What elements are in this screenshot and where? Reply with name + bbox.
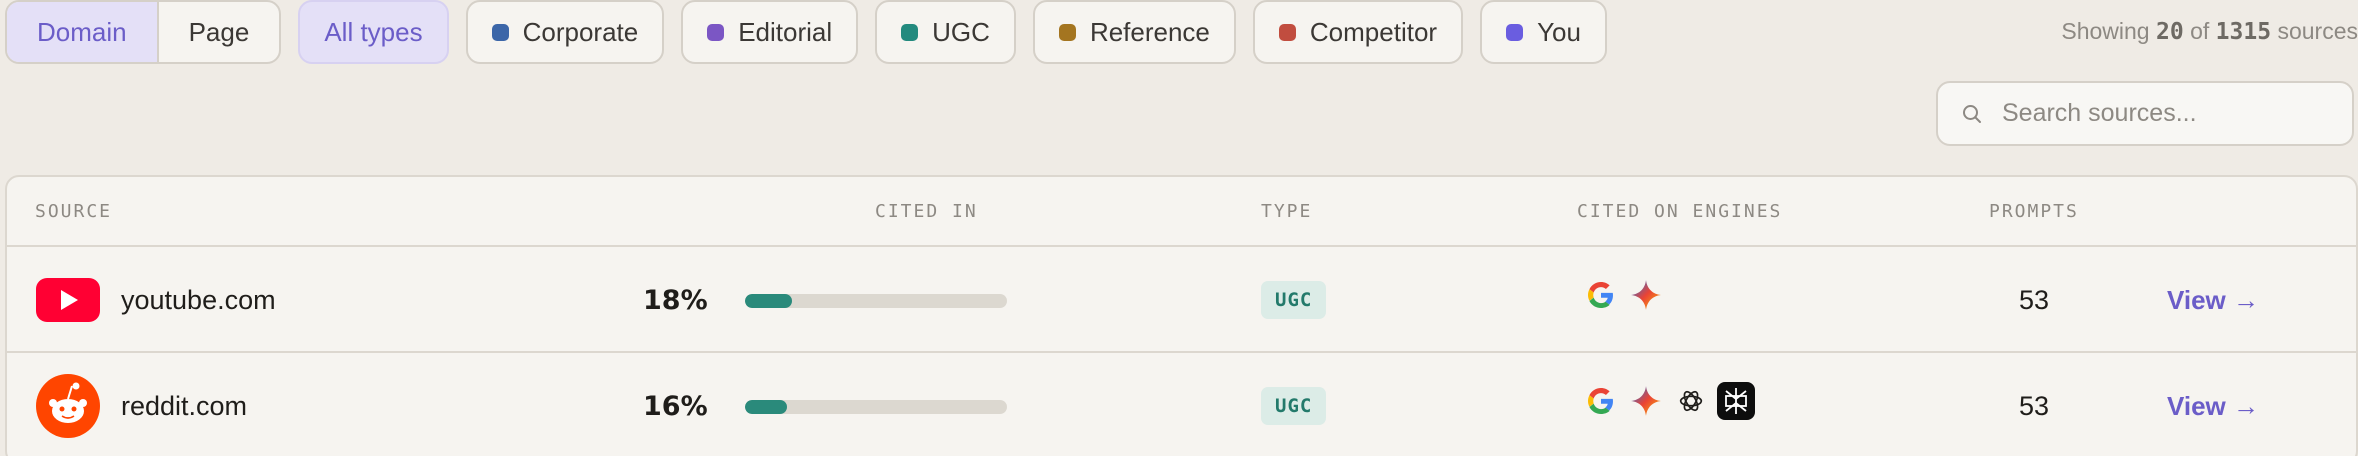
filter-toolbar: Domain Page All types Corporate Editoria… [5, 0, 2358, 64]
you-color-dot [1506, 23, 1524, 41]
results-prefix: Showing [2061, 18, 2150, 44]
table-row[interactable]: youtube.com 18% UGC 53 View → [7, 247, 2356, 353]
type-badge: UGC [1261, 387, 1327, 425]
filter-label: Editorial [738, 16, 833, 47]
header-engines[interactable]: CITED ON ENGINES [1577, 201, 1782, 222]
editorial-color-dot [707, 23, 725, 41]
search-icon [1963, 104, 1981, 123]
search-box[interactable] [1936, 81, 2354, 146]
filter-editorial[interactable]: Editorial [681, 0, 859, 64]
prompt-count: 53 [2019, 285, 2050, 315]
results-total: 1315 [2215, 19, 2272, 45]
header-type[interactable]: TYPE [1261, 201, 1312, 222]
table-header: SOURCE CITED IN TYPE CITED ON ENGINES PR… [7, 177, 2356, 247]
filter-label: Competitor [1309, 16, 1438, 47]
results-suffix: sources [2277, 18, 2358, 44]
filter-label: You [1537, 16, 1581, 47]
view-mode-toggle: Domain Page [5, 0, 282, 64]
domain-mode-button[interactable]: Domain [7, 2, 157, 62]
header-cited-in[interactable]: CITED IN [875, 201, 978, 222]
filter-you[interactable]: You [1480, 0, 1607, 64]
cited-bar [745, 294, 1007, 308]
gemini-icon [1626, 275, 1666, 315]
header-prompts[interactable]: PROMPTS [1989, 201, 2079, 222]
google-icon [1581, 381, 1621, 421]
search-input[interactable] [2002, 99, 2332, 128]
chatgpt-icon [1671, 381, 1711, 421]
type-badge: UGC [1261, 281, 1327, 319]
cited-bar-fill [745, 400, 787, 414]
results-count: Showing 20 of 1315 sources [2061, 18, 2358, 45]
filter-label: UGC [932, 16, 990, 47]
gemini-icon [1626, 381, 1666, 421]
sources-table: SOURCE CITED IN TYPE CITED ON ENGINES PR… [5, 175, 2358, 456]
filter-ugc[interactable]: UGC [875, 0, 1016, 64]
filter-label: All types [324, 16, 423, 47]
table-row[interactable]: reddit.com 16% UGC 53 View → [7, 353, 2356, 456]
filter-reference[interactable]: Reference [1032, 0, 1236, 64]
source-domain: reddit.com [121, 391, 248, 421]
ugc-color-dot [901, 23, 919, 41]
reference-color-dot [1058, 23, 1076, 41]
filter-competitor[interactable]: Competitor [1252, 0, 1464, 64]
filter-all-types[interactable]: All types [298, 0, 449, 64]
engine-list [1581, 275, 1671, 315]
source-domain: youtube.com [121, 285, 276, 315]
perplexity-icon [1716, 381, 1756, 421]
filter-label: Corporate [522, 16, 639, 47]
cited-bar [745, 400, 1007, 414]
cited-bar-fill [745, 294, 793, 308]
view-link[interactable]: View → [2167, 391, 2259, 422]
google-icon [1581, 275, 1621, 315]
filter-corporate[interactable]: Corporate [465, 0, 665, 64]
header-source[interactable]: SOURCE [35, 201, 112, 222]
page-mode-button[interactable]: Page [156, 2, 280, 62]
corporate-color-dot [491, 23, 509, 41]
reddit-icon [36, 374, 100, 438]
view-link[interactable]: View → [2167, 285, 2259, 316]
cited-percent: 18% [643, 285, 708, 316]
engine-list [1581, 381, 1761, 421]
prompt-count: 53 [2019, 391, 2050, 421]
results-shown: 20 [2156, 19, 2184, 45]
youtube-icon [36, 278, 100, 322]
results-of: of [2190, 18, 2210, 44]
cited-percent: 16% [643, 391, 708, 422]
filter-label: Reference [1089, 16, 1210, 47]
competitor-color-dot [1278, 23, 1296, 41]
